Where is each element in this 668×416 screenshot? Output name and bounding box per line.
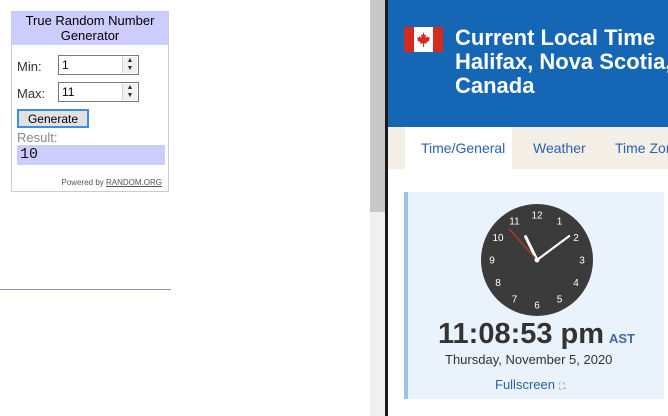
tab-bar: Time/General Weather Time Zone	[388, 127, 668, 169]
analog-clock: 12 12 345 6 789 10 11	[481, 204, 593, 316]
clock-numeral: 7	[512, 294, 518, 305]
tab-time-zone[interactable]: Time Zone	[615, 127, 668, 169]
spin-down-icon[interactable]: ▼	[123, 65, 137, 73]
powered-by: Powered by RANDOM.ORG	[62, 178, 162, 187]
powered-by-text: Powered by	[61, 178, 104, 187]
fullscreen-label[interactable]: Fullscreen	[495, 377, 555, 392]
divider	[0, 289, 171, 290]
clock-numeral: 9	[489, 256, 495, 267]
clock-numeral: 4	[573, 278, 579, 289]
clock-numeral: 3	[579, 256, 585, 267]
max-input[interactable]	[59, 83, 124, 101]
scrollbar-thumb[interactable]	[370, 0, 385, 212]
max-stepper[interactable]: ▲ ▼	[58, 82, 139, 102]
clock-numeral: 6	[534, 301, 540, 312]
min-spin-arrows[interactable]: ▲ ▼	[122, 57, 137, 73]
clock-numeral: 10	[492, 233, 504, 244]
left-pane: True Random Number Generator Min: ▲ ▼ Ma…	[0, 0, 370, 416]
clock-numeral: 8	[495, 278, 501, 289]
min-input[interactable]	[59, 56, 124, 74]
min-label: Min:	[17, 59, 42, 74]
clock-numeral: 5	[557, 294, 563, 305]
random-number-widget: True Random Number Generator Min: ▲ ▼ Ma…	[11, 11, 169, 192]
timezone-abbr[interactable]: AST	[609, 331, 635, 346]
clock-numeral: 2	[573, 233, 579, 244]
fullscreen-icon[interactable]: ⛶	[559, 381, 565, 391]
page-header: Current Local Time Halifax, Nova Scotia,…	[388, 0, 668, 127]
tab-weather[interactable]: Weather	[533, 127, 586, 169]
spin-down-icon[interactable]: ▼	[123, 92, 137, 100]
right-pane: Current Local Time Halifax, Nova Scotia,…	[388, 0, 668, 416]
clock-numeral: 11	[509, 217, 520, 228]
scrollbar[interactable]	[370, 0, 385, 416]
result-value: 10	[17, 145, 165, 165]
generate-button[interactable]: Generate	[17, 109, 89, 128]
result-label: Result:	[17, 130, 58, 145]
random-org-link[interactable]: RANDOM.ORG	[106, 178, 162, 187]
canada-flag-icon	[404, 27, 443, 52]
max-spin-arrows[interactable]: ▲ ▼	[122, 84, 137, 100]
fullscreen-link[interactable]: Fullscreen ⛶	[495, 377, 565, 392]
digital-time: 11:08:53 pm	[438, 318, 605, 350]
tab-time-general[interactable]: Time/General	[405, 127, 512, 169]
min-stepper[interactable]: ▲ ▼	[58, 55, 139, 75]
clock-numeral: 1	[557, 217, 563, 228]
max-label: Max:	[17, 86, 46, 101]
date-text: Thursday, November 5, 2020	[445, 352, 613, 367]
page-title: Current Local Time Halifax, Nova Scotia,…	[455, 25, 668, 98]
clock-numeral: 12	[531, 211, 543, 222]
widget-title: True Random Number Generator	[12, 12, 168, 45]
clock-center	[534, 257, 540, 263]
